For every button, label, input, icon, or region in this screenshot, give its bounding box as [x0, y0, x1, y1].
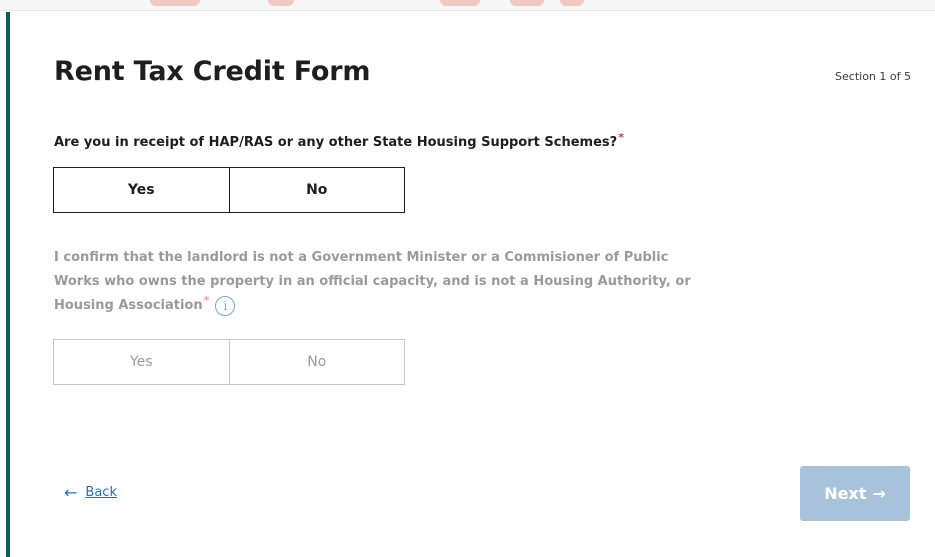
top-banner-strip [0, 0, 935, 11]
arrow-left-icon: ← [64, 483, 78, 502]
question-hap-ras-text: Are you in receipt of HAP/RAS or any oth… [54, 135, 618, 150]
question-landlord-text: I confirm that the landlord is not a Gov… [54, 250, 691, 313]
hap-ras-toggle: Yes No [53, 167, 405, 213]
banner-decoration [268, 0, 294, 6]
section-indicator: Section 1 of 5 [835, 70, 911, 83]
next-button-label: Next [824, 484, 867, 503]
landlord-confirmation-toggle: Yes No [53, 339, 405, 385]
landlord-yes-button[interactable]: Yes [54, 340, 229, 384]
banner-decoration [150, 0, 200, 6]
info-icon[interactable]: i [215, 295, 236, 316]
question-landlord-confirmation: I confirm that the landlord is not a Gov… [54, 246, 714, 318]
required-marker: * [618, 130, 624, 144]
back-link-label: Back [85, 485, 117, 500]
banner-decoration [440, 0, 480, 6]
page: Rent Tax Credit Form Section 1 of 5 Are … [0, 0, 935, 557]
back-link[interactable]: ← Back [64, 483, 117, 502]
banner-decoration [560, 0, 584, 6]
hap-ras-yes-button[interactable]: Yes [54, 168, 229, 212]
form-title: Rent Tax Credit Form [54, 56, 371, 87]
next-button[interactable]: Next → [800, 466, 910, 521]
question-hap-ras: Are you in receipt of HAP/RAS or any oth… [54, 131, 624, 155]
form-accent-bar [6, 12, 10, 557]
arrow-right-icon: → [872, 484, 886, 503]
hap-ras-no-button[interactable]: No [228, 168, 404, 212]
landlord-no-button[interactable]: No [228, 340, 404, 384]
banner-decoration [510, 0, 544, 6]
required-marker: * [203, 293, 210, 307]
